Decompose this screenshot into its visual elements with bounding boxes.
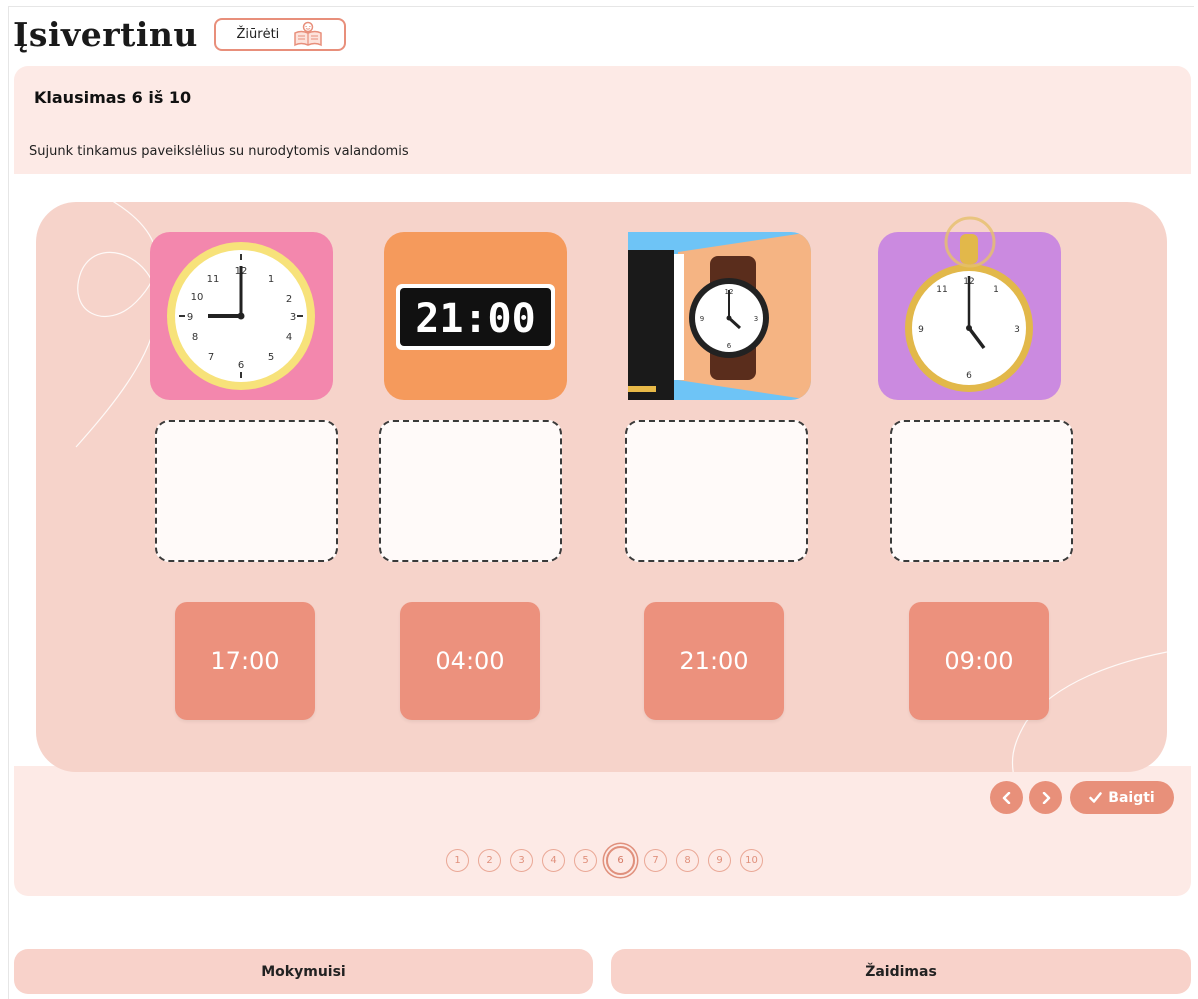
question-header: Klausimas 6 iš 10 Sujunk tinkamus paveik… (14, 66, 1191, 174)
page-dot[interactable]: 3 (510, 849, 533, 872)
drop-slot-1[interactable] (155, 420, 338, 562)
svg-text:4: 4 (286, 332, 292, 343)
pocket-watch-ring (944, 216, 996, 268)
page-dot[interactable]: 4 (542, 849, 565, 872)
svg-text:1: 1 (268, 274, 274, 285)
game-mode-button[interactable]: Žaidimas (611, 949, 1191, 994)
svg-text:3: 3 (290, 312, 296, 323)
question-instruction: Sujunk tinkamus paveikslėlius su nurodyt… (29, 144, 409, 159)
page-dot[interactable]: 1 (446, 849, 469, 872)
svg-text:6: 6 (966, 371, 972, 381)
page-dot-current[interactable]: 6 (606, 846, 635, 875)
drop-slot-3[interactable] (625, 420, 808, 562)
digital-clock-display: 21:00 (415, 296, 535, 342)
picture-card-digital-clock[interactable]: 21:00 (384, 232, 567, 400)
matching-board: 1212 345 678 91011 21:00 (36, 202, 1167, 772)
learning-mode-button[interactable]: Mokymuisi (14, 949, 593, 994)
svg-text:7: 7 (208, 352, 214, 363)
page-dot[interactable]: 9 (708, 849, 731, 872)
finish-button[interactable]: Baigti (1070, 781, 1174, 814)
time-tile-2[interactable]: 04:00 (400, 602, 540, 720)
time-tile-4[interactable]: 09:00 (909, 602, 1049, 720)
prev-button[interactable] (990, 781, 1023, 814)
page-dot[interactable]: 5 (574, 849, 597, 872)
page-title: Įsivertinu (13, 14, 198, 54)
top-bar: Įsivertinu Žiūrėti (13, 12, 346, 56)
svg-text:2: 2 (286, 294, 292, 305)
finish-button-label: Baigti (1108, 789, 1155, 806)
svg-text:11: 11 (936, 285, 947, 295)
page-dot[interactable]: 7 (644, 849, 667, 872)
next-button[interactable] (1029, 781, 1062, 814)
chevron-left-icon (1002, 791, 1010, 804)
question-pagination: 1 2 3 4 5 6 7 8 9 10 (446, 846, 763, 875)
svg-text:6: 6 (727, 342, 732, 350)
svg-text:9: 9 (918, 325, 924, 335)
check-icon (1089, 792, 1103, 803)
open-book-icon (294, 21, 323, 47)
drop-slot-2[interactable] (379, 420, 562, 562)
svg-text:1: 1 (993, 285, 999, 295)
svg-text:6: 6 (238, 360, 244, 371)
picture-card-wristwatch[interactable]: 12369 (628, 232, 811, 400)
question-counter: Klausimas 6 iš 10 (34, 88, 192, 107)
svg-text:9: 9 (187, 312, 193, 323)
svg-text:10: 10 (191, 292, 204, 303)
page-dot[interactable]: 2 (478, 849, 501, 872)
svg-text:3: 3 (1014, 325, 1020, 335)
page-dot[interactable]: 10 (740, 849, 763, 872)
learning-mode-label: Mokymuisi (261, 963, 346, 980)
time-tile-3[interactable]: 21:00 (644, 602, 784, 720)
watch-button-label: Žiūrėti (236, 26, 280, 42)
watch-button[interactable]: Žiūrėti (213, 17, 346, 51)
chevron-right-icon (1042, 791, 1050, 804)
wall-clock-icon: 1212 345 678 91011 (167, 242, 315, 390)
navigation-controls: Baigti (990, 781, 1174, 814)
wristwatch-icon: 12369 (628, 232, 811, 400)
svg-text:3: 3 (754, 315, 758, 323)
svg-text:8: 8 (192, 332, 198, 343)
page-dot[interactable]: 8 (676, 849, 699, 872)
svg-text:9: 9 (700, 315, 704, 323)
drop-slot-4[interactable] (890, 420, 1073, 562)
svg-text:5: 5 (268, 352, 274, 363)
svg-text:11: 11 (207, 274, 220, 285)
question-panel: Klausimas 6 iš 10 Sujunk tinkamus paveik… (14, 66, 1191, 896)
time-tile-1[interactable]: 17:00 (175, 602, 315, 720)
digital-clock-icon: 21:00 (396, 284, 555, 350)
picture-card-wall-clock[interactable]: 1212 345 678 91011 (150, 232, 333, 400)
game-mode-label: Žaidimas (865, 963, 937, 980)
